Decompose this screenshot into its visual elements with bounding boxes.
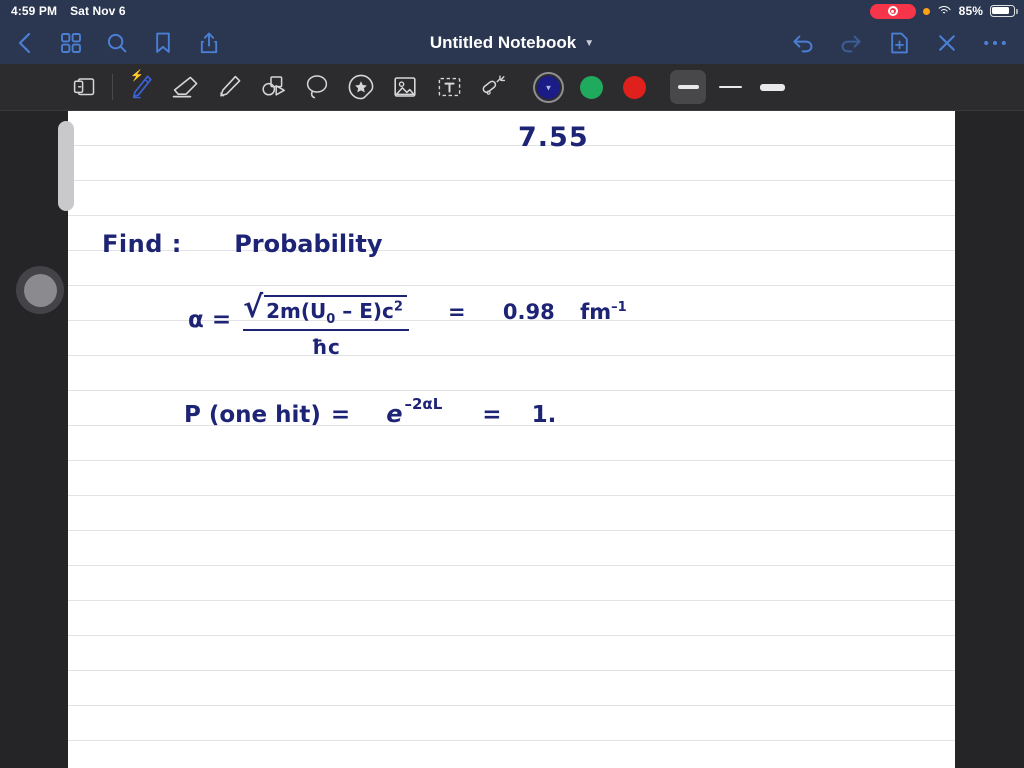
stroke-width-group bbox=[670, 70, 790, 104]
pen-tool[interactable]: ⚡ bbox=[119, 67, 163, 107]
handwriting-fraction: √ 2m(U0 – E)c2 ħc bbox=[243, 290, 409, 359]
page-rule-line bbox=[68, 530, 955, 531]
handwriting-radical: √ 2m(U0 – E)c2 bbox=[243, 290, 407, 327]
color-palette: ▼ bbox=[537, 75, 646, 99]
toolbar-divider bbox=[112, 74, 113, 100]
status-time: 4:59 PM bbox=[11, 4, 58, 18]
handwriting-probability-line: P (one hit) = e –2αL = 1. bbox=[184, 395, 557, 428]
handwriting-problem-number: 7.55 bbox=[518, 122, 589, 153]
handwriting-alpha-result-equals: = bbox=[448, 300, 466, 324]
handwriting-alpha-result: = 0.98 fm–1 bbox=[448, 300, 627, 324]
color-swatch-green[interactable] bbox=[580, 75, 603, 99]
handwriting-prob-label: P (one hit) bbox=[184, 402, 321, 428]
tool-bar: ⚡ ▼ bbox=[0, 64, 1024, 111]
eraser-tool[interactable] bbox=[163, 67, 207, 107]
record-ring-icon bbox=[887, 6, 898, 16]
thumbnails-button[interactable] bbox=[58, 30, 84, 56]
stroke-width-thin[interactable] bbox=[712, 70, 748, 104]
handwriting-numerator: √ 2m(U0 – E)c2 bbox=[243, 290, 409, 331]
wifi-icon bbox=[936, 5, 952, 17]
bookmark-button[interactable] bbox=[150, 30, 176, 56]
page-rule-line bbox=[68, 495, 955, 496]
handwriting-alpha-formula: α = √ 2m(U0 – E)c2 ħc bbox=[188, 290, 409, 359]
handwriting-alpha-result-value: 0.98 bbox=[502, 300, 555, 324]
page-rule-line bbox=[68, 145, 955, 146]
lasso-tool[interactable] bbox=[295, 67, 339, 107]
handwriting-prob-base: e bbox=[386, 400, 403, 428]
handwriting-alpha-result-unit: fm–1 bbox=[580, 300, 627, 324]
page-rule-line bbox=[68, 460, 955, 461]
status-date: Sat Nov 6 bbox=[70, 4, 126, 18]
status-bar-left: 4:59 PM Sat Nov 6 bbox=[0, 4, 126, 18]
notebook-title[interactable]: Untitled Notebook ▼ bbox=[430, 33, 594, 53]
page-rule-line bbox=[68, 180, 955, 181]
color-swatch-navy[interactable]: ▼ bbox=[537, 75, 560, 99]
redo-button[interactable] bbox=[838, 30, 864, 56]
note-canvas[interactable]: 7.55 Find : Probability α = √ 2m(U0 – E)… bbox=[0, 111, 1024, 768]
sqrt-icon: √ bbox=[243, 290, 264, 325]
swatch-chevron-icon: ▼ bbox=[544, 83, 553, 93]
handwriting-prob-equals: = bbox=[330, 402, 351, 428]
tool-group-primary: ⚡ bbox=[0, 67, 515, 107]
page-rule-line bbox=[68, 670, 955, 671]
stroke-width-medium[interactable] bbox=[670, 70, 706, 104]
assistive-touch-inner-icon bbox=[23, 273, 57, 307]
handwriting-find-value: Probability bbox=[234, 230, 383, 258]
handwriting-denominator: ħc bbox=[311, 335, 341, 359]
handwriting-find-label: Find : bbox=[102, 230, 182, 258]
status-bar: 4:59 PM Sat Nov 6 85% bbox=[0, 0, 1024, 22]
handwriting-alpha-symbol: α = bbox=[188, 307, 232, 333]
chevron-down-icon: ▼ bbox=[584, 37, 595, 49]
battery-icon bbox=[990, 5, 1018, 17]
page-rule-line bbox=[68, 740, 955, 741]
navigation-bar-right-group bbox=[790, 30, 1024, 56]
image-tool[interactable] bbox=[383, 67, 427, 107]
page-rule-line bbox=[68, 565, 955, 566]
share-button[interactable] bbox=[196, 30, 222, 56]
pen-pressure-badge: ⚡ bbox=[130, 70, 144, 82]
navigation-bar: Untitled Notebook ▼ bbox=[0, 22, 1024, 64]
screen-recording-indicator[interactable] bbox=[869, 3, 916, 19]
orange-privacy-dot-icon bbox=[922, 7, 930, 15]
search-button[interactable] bbox=[104, 30, 130, 56]
handwriting-prob-exponent: –2αL bbox=[404, 395, 443, 413]
ipad-notability-screen: 4:59 PM Sat Nov 6 85% Untitled Notebook … bbox=[0, 0, 1024, 768]
sticker-tool[interactable] bbox=[339, 67, 383, 107]
page-layout-tool[interactable] bbox=[62, 67, 106, 107]
highlighter-tool[interactable] bbox=[207, 67, 251, 107]
handwriting-prob-equals-2: = bbox=[482, 402, 502, 428]
close-button[interactable] bbox=[934, 30, 960, 56]
navigation-bar-left-group bbox=[0, 30, 222, 56]
stroke-width-thick[interactable] bbox=[754, 70, 790, 104]
more-button[interactable] bbox=[982, 30, 1008, 56]
text-box-tool[interactable] bbox=[427, 67, 471, 107]
laser-pointer-tool[interactable] bbox=[471, 67, 515, 107]
status-bar-right: 85% bbox=[869, 3, 1024, 19]
page-rule-line bbox=[68, 600, 955, 601]
notebook-page[interactable]: 7.55 Find : Probability α = √ 2m(U0 – E)… bbox=[58, 111, 955, 768]
back-button[interactable] bbox=[12, 30, 38, 56]
shapes-tool[interactable] bbox=[251, 67, 295, 107]
page-edge-tab[interactable] bbox=[58, 121, 74, 211]
page-rule-line bbox=[68, 285, 955, 286]
undo-button[interactable] bbox=[790, 30, 816, 56]
page-rule-line bbox=[68, 215, 955, 216]
color-swatch-red[interactable] bbox=[623, 75, 646, 99]
handwriting-radicand: 2m(U0 – E)c2 bbox=[264, 295, 407, 327]
handwriting-find-line: Find : Probability bbox=[102, 230, 382, 258]
handwriting-prob-result: 1. bbox=[531, 402, 557, 428]
page-rule-line bbox=[68, 705, 955, 706]
page-rule-line bbox=[68, 390, 955, 391]
assistive-touch-button[interactable] bbox=[16, 266, 64, 314]
battery-percent-label: 85% bbox=[958, 4, 983, 18]
notebook-title-label: Untitled Notebook bbox=[429, 33, 577, 52]
new-page-button[interactable] bbox=[886, 30, 912, 56]
page-rule-line bbox=[68, 635, 955, 636]
